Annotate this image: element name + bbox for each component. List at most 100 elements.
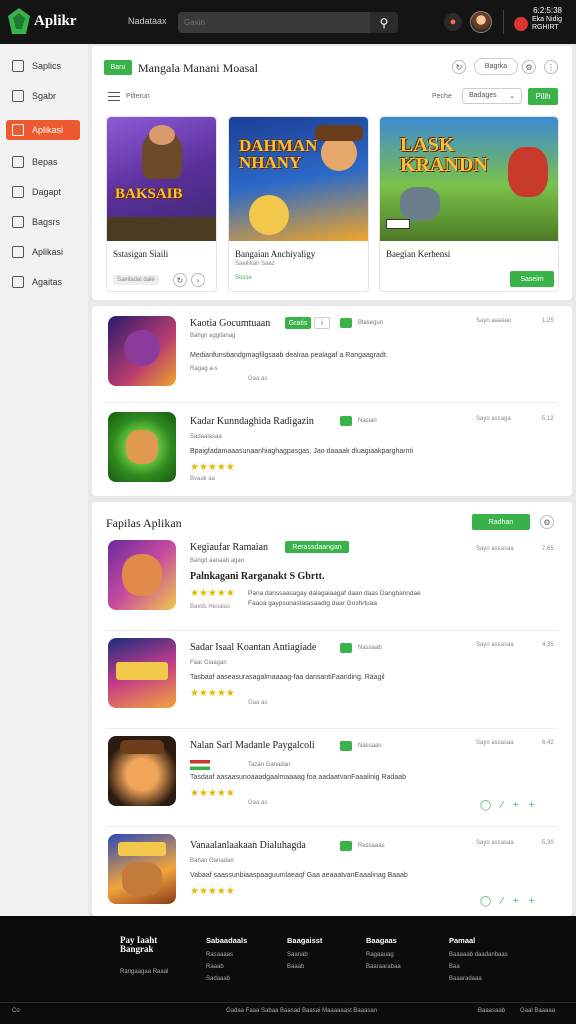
list-item[interactable]: Sadar Isaal Koantan Antiagiade Nassaab F… [92, 638, 572, 728]
footer-link[interactable]: Sadaaab [206, 976, 247, 982]
settings-icon[interactable]: ⚙ [522, 60, 536, 74]
apps-icon [12, 124, 24, 136]
footer-copyright: Gadaa Faaa Sabaa Baasad Baasai Maaaaaast… [226, 1008, 378, 1014]
footer-link[interactable]: Baaaradaaa [449, 976, 508, 982]
character-figure [122, 862, 162, 896]
footer-column: Sabaadaals Rasaaaas Raaab Sadaaab [206, 936, 247, 988]
footer-column-title: Baagaisst [287, 936, 323, 945]
file-size: 7,65 [542, 546, 554, 552]
search-button[interactable]: ⚲ [370, 12, 398, 33]
user-badge-icon [514, 17, 528, 31]
featured-tile[interactable]: DAHMAN NHANY Bangaian Anchiyaligy Saeili… [228, 116, 369, 292]
sort-select[interactable]: Badages ⌄ [462, 88, 522, 104]
list-item[interactable]: Kegiaufar Ramaian Rerassdaangan Bahgd aa… [92, 540, 572, 632]
add-icon[interactable]: + [513, 800, 519, 811]
divider [106, 728, 558, 729]
more-icon[interactable]: ⋮ [544, 60, 558, 74]
featured-card: Baru Mangala Manani Moasal ↻ Bagrka ⚙ ⋮ … [92, 46, 572, 300]
download-count: Gaa as [248, 800, 268, 806]
filter-label: Pilterun [126, 93, 150, 100]
share-icon[interactable]: ◯ [480, 896, 491, 907]
app-title: Nalan Sarl Madanle Paygalcoli [190, 740, 315, 751]
footer-link[interactable]: Baa [449, 964, 508, 970]
footer-column: Pamaal Baaaaab daadanbaas Baa Baaaradaaa [449, 936, 508, 988]
character-hat [315, 125, 363, 141]
footer: Pay Iaaht Bangrak Rangaagaa Raaal Sabaad… [0, 916, 576, 1024]
star-rating: ★★★★★ [190, 588, 235, 599]
sidebar-item-agaitas[interactable]: Agaitas [6, 272, 80, 292]
app-description: Bpaigfadamaaasunaanhiaghagpasgas, Jao da… [190, 448, 414, 455]
section-button[interactable]: Radhan [472, 514, 530, 530]
footer-link[interactable]: Baaasaab [478, 1008, 505, 1014]
sidebar-item-saplics[interactable]: Saplics [6, 56, 80, 76]
popular-apps-card: Fapilas Aplikan Radhan ⚙ Kegiaufar Ramai… [92, 502, 572, 916]
footer-link[interactable]: Gaal Baaaaa [520, 1008, 555, 1014]
sidebar-item-label: Aplikasi [32, 247, 64, 257]
sidebar-item-aplikasi-2[interactable]: Aplikasi [6, 242, 80, 262]
divider [0, 1002, 576, 1003]
creature-figure [508, 147, 548, 197]
app-list-card: Kaotia Gocumtuaan Gratis i Blasegun Bahg… [92, 306, 572, 496]
featured-tile[interactable]: LASK KRANDN Baegian Kerhensi Saseim [379, 116, 559, 292]
footer-link[interactable]: Baaaaab daadanbaas [449, 952, 508, 958]
sidebar-item-bagsrs[interactable]: Bagsrs [6, 212, 80, 232]
sidebar-item-bepas[interactable]: Bepas [6, 152, 80, 172]
sidebar-item-sgabr[interactable]: Sgabr [6, 86, 80, 106]
user-menu[interactable]: Eka Nidig RGHIRT [514, 16, 570, 32]
document-icon [12, 156, 24, 168]
footer-link[interactable]: Baaab [287, 964, 322, 970]
add-icon[interactable]: + [529, 896, 535, 907]
list-item[interactable]: Kadar Kunndaghida Radigazin Nasian Sadaa… [92, 412, 572, 490]
footer-link[interactable]: Saanab [287, 952, 322, 958]
version-icon [340, 841, 352, 851]
tile-link[interactable]: Sosse [235, 275, 252, 281]
filter-button[interactable]: Pilih [528, 88, 558, 105]
edit-icon[interactable]: ∕ [501, 896, 503, 907]
logo[interactable]: Aplikr [8, 8, 77, 34]
release-date: Sayo assaga [476, 416, 511, 422]
list-item[interactable]: Kaotia Gocumtuaan Gratis i Blasegun Bahg… [92, 316, 572, 402]
file-size: 4,35 [542, 642, 554, 648]
divider [106, 630, 558, 631]
nav-link[interactable]: Nadataax [128, 16, 167, 26]
divider [106, 826, 558, 827]
share-icon[interactable]: ◯ [480, 800, 491, 811]
menu-icon[interactable] [108, 92, 120, 101]
art-title: BAKSAIB [115, 186, 183, 202]
add-icon[interactable]: + [513, 896, 519, 907]
featured-tile[interactable]: BAKSAIB Sstasigan Siaili Saeiladai dale … [106, 116, 217, 292]
action-icons: ◯ ∕ + + [480, 896, 535, 907]
user-icon [12, 276, 24, 288]
sidebar-item-aplikasi[interactable]: Aplikasi [6, 120, 80, 140]
settings-icon[interactable]: ⚙ [540, 515, 554, 529]
info-icon[interactable]: i [314, 317, 330, 329]
edit-icon[interactable]: ∕ [501, 800, 503, 811]
category-pill[interactable]: Bagrka [474, 58, 518, 75]
footer-link[interactable]: Ragaauag [366, 952, 401, 958]
user-label: Eka Nidig RGHIRT [532, 16, 562, 31]
refresh-icon[interactable]: ↻ [452, 60, 466, 74]
tile-title: Bangaian Anchiyaligy [235, 249, 316, 259]
chevron-right-icon[interactable]: › [191, 273, 205, 287]
footer-link[interactable]: Rasaaaas [206, 952, 247, 958]
search-input[interactable] [184, 16, 364, 29]
tile-subtitle: Saeiladai dale [113, 275, 159, 285]
add-icon[interactable]: + [529, 800, 535, 811]
refresh-icon[interactable]: ↻ [173, 273, 187, 287]
release-date: Sayo assasaa [476, 840, 514, 846]
app-icon [108, 638, 176, 708]
book-icon [12, 216, 24, 228]
footer-link[interactable]: Raaab [206, 964, 247, 970]
list-item[interactable]: Vanaalanlaakaan Dialuhagda Rassaaas Baha… [92, 834, 572, 914]
tile-subtitle: Saeilikan Saaz [235, 261, 275, 267]
tile-button[interactable]: Saseim [510, 271, 554, 287]
sidebar-item-dagapt[interactable]: Dagapt [6, 182, 80, 202]
notification-bell-icon[interactable]: ● [444, 13, 462, 31]
release-date: Sayo assasaa [476, 642, 514, 648]
app-title: Kaotia Gocumtuaan [190, 318, 271, 329]
chevron-down-icon: ⌄ [509, 93, 515, 100]
list-item[interactable]: Nalan Sarl Madanle Paygalcoli Nassaas Ta… [92, 736, 572, 826]
footer-link[interactable]: Baaraarabaa [366, 964, 401, 970]
character-head [149, 125, 175, 145]
avatar[interactable] [470, 11, 492, 33]
